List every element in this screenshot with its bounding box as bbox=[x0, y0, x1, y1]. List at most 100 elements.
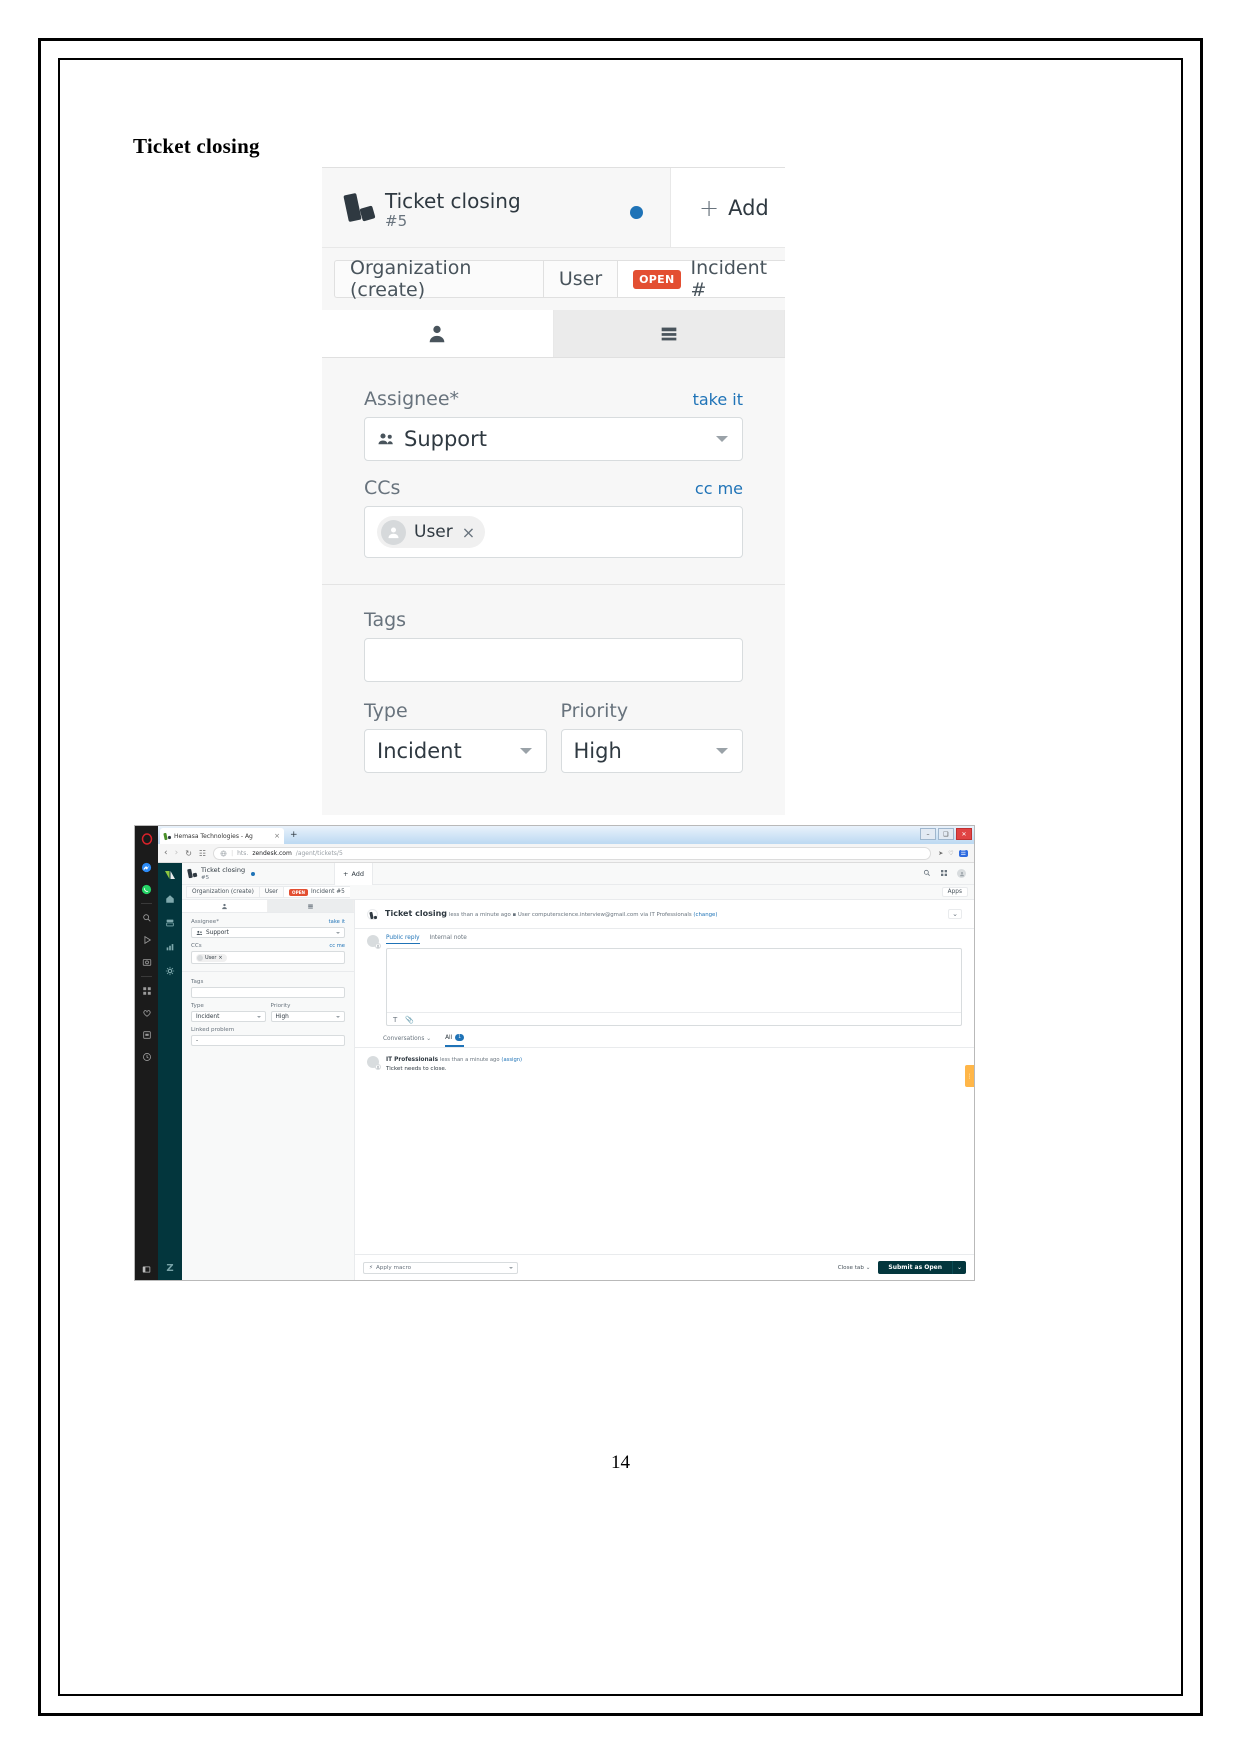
views-icon[interactable] bbox=[158, 916, 182, 930]
browser-tabstrip: Hemasa Technologies - Ag × + – ❑ ✕ bbox=[158, 826, 974, 844]
assignee-value: Support bbox=[404, 427, 488, 451]
close-icon[interactable]: × bbox=[274, 832, 280, 840]
tags-input[interactable] bbox=[191, 987, 345, 998]
cc-me-link[interactable]: cc me bbox=[695, 479, 743, 498]
linked-problem-input[interactable]: - bbox=[191, 1035, 345, 1046]
snapshot-icon[interactable] bbox=[135, 951, 158, 973]
close-button[interactable]: ✕ bbox=[956, 828, 972, 840]
assignee-select[interactable]: Support bbox=[364, 417, 743, 461]
conversations-dropdown[interactable]: Conversations ⌄ bbox=[383, 1036, 431, 1046]
cc-me-link[interactable]: cc me bbox=[329, 943, 345, 949]
search-icon[interactable] bbox=[135, 907, 158, 929]
type-value: Incident bbox=[377, 739, 462, 763]
zoom-ticket-number: #5 bbox=[385, 212, 408, 230]
breadcrumb-incident[interactable]: OPEN Incident # bbox=[617, 257, 785, 301]
back-button[interactable]: ‹ bbox=[164, 848, 168, 858]
apps-button[interactable]: Apps bbox=[941, 887, 968, 897]
reporting-icon[interactable] bbox=[158, 940, 182, 954]
tab-ticket-fields[interactable] bbox=[268, 900, 354, 912]
chevron-down-icon[interactable]: ⌄ bbox=[948, 909, 962, 919]
tab-customer-context[interactable] bbox=[182, 900, 268, 912]
change-link[interactable]: (change) bbox=[693, 912, 717, 918]
zoomed-ticket-panel: Ticket closing #5 + Add Organization (cr… bbox=[322, 167, 785, 815]
priority-value: High bbox=[573, 739, 622, 763]
type-select[interactable]: Incident bbox=[191, 1011, 266, 1022]
type-priority-row: Type Incident Priority High bbox=[191, 1003, 345, 1022]
cc-chip-user[interactable]: User × bbox=[377, 516, 486, 548]
tab-public-reply[interactable]: Public reply bbox=[386, 935, 420, 944]
notes-icon[interactable] bbox=[135, 1024, 158, 1046]
submit-button[interactable]: Submit as Open bbox=[878, 1261, 952, 1274]
breadcrumb-user[interactable]: User bbox=[258, 886, 284, 898]
tab-customer-context[interactable] bbox=[322, 310, 554, 357]
share-icon[interactable]: ➤ bbox=[938, 850, 943, 857]
apps-grid-icon[interactable] bbox=[940, 869, 948, 879]
ccs-field[interactable]: User × bbox=[191, 951, 345, 964]
assignee-label: Assignee* bbox=[364, 388, 460, 410]
maximize-button[interactable]: ❑ bbox=[938, 828, 954, 840]
status-badge: OPEN bbox=[289, 888, 309, 896]
close-icon[interactable]: × bbox=[218, 955, 222, 961]
breadcrumb-organization[interactable]: Organization (create) bbox=[334, 257, 543, 301]
zendesk-logo-icon[interactable] bbox=[158, 868, 182, 882]
admin-icon[interactable] bbox=[158, 964, 182, 978]
breadcrumb-organization[interactable]: Organization (create) bbox=[186, 886, 259, 898]
close-tab-button[interactable]: Close tab ⌄ bbox=[838, 1265, 871, 1271]
type-priority-row: Type Incident Priority High bbox=[364, 700, 743, 773]
messenger-icon[interactable] bbox=[135, 856, 158, 878]
priority-select[interactable]: High bbox=[270, 1011, 345, 1022]
text-format-icon[interactable]: T bbox=[393, 1016, 397, 1024]
panel-toggle-icon[interactable] bbox=[135, 1265, 158, 1274]
priority-select[interactable]: High bbox=[560, 729, 743, 773]
breadcrumb-user[interactable]: User bbox=[542, 260, 618, 298]
side-panel-handle[interactable]: ⋮ bbox=[965, 1065, 974, 1087]
breadcrumb-label: Organization (create) bbox=[192, 889, 254, 895]
search-icon[interactable] bbox=[923, 869, 931, 879]
minimize-button[interactable]: – bbox=[920, 828, 936, 840]
type-select[interactable]: Incident bbox=[364, 729, 547, 773]
opera-logo-icon[interactable] bbox=[135, 828, 158, 850]
header-ticket-number: #5 bbox=[201, 874, 210, 881]
reload-button[interactable]: ↻ bbox=[185, 849, 192, 858]
home-icon[interactable] bbox=[158, 892, 182, 906]
add-tab-button[interactable]: + Add bbox=[670, 168, 785, 247]
filter-all[interactable]: All 1 bbox=[445, 1034, 465, 1047]
tags-input[interactable] bbox=[364, 638, 743, 682]
ticket-subject: Ticket closing bbox=[385, 909, 447, 918]
avatar[interactable] bbox=[957, 869, 966, 878]
zoom-ticket-title: Ticket closing bbox=[385, 189, 521, 213]
cc-chip-user[interactable]: User × bbox=[196, 953, 227, 962]
breadcrumb-incident[interactable]: OPEN Incident #5 bbox=[283, 886, 350, 898]
tab-internal-note[interactable]: Internal note bbox=[430, 935, 467, 944]
profile-icon[interactable]: ☰ bbox=[958, 849, 968, 857]
attachment-icon[interactable]: 📎 bbox=[405, 1016, 414, 1024]
zoom-panel-tabs bbox=[322, 310, 785, 358]
apply-macro-select[interactable]: ⚡ Apply macro bbox=[363, 1261, 518, 1274]
history-icon[interactable] bbox=[135, 1046, 158, 1068]
take-it-link[interactable]: take it bbox=[693, 390, 743, 409]
take-it-link[interactable]: take it bbox=[329, 919, 345, 925]
list-icon bbox=[308, 903, 313, 909]
close-icon[interactable]: × bbox=[462, 523, 475, 542]
tab-ticket-fields[interactable] bbox=[553, 310, 785, 357]
assignee-select[interactable]: Support bbox=[191, 927, 345, 938]
forward-button[interactable]: › bbox=[175, 848, 179, 858]
assign-link[interactable]: (assign) bbox=[501, 1057, 522, 1063]
player-icon[interactable] bbox=[135, 929, 158, 951]
active-ticket-tab[interactable]: Ticket closing #5 bbox=[182, 866, 310, 882]
reply-editor[interactable]: T 📎 bbox=[386, 948, 962, 1026]
submit-options-button[interactable]: ⌄ bbox=[952, 1261, 966, 1274]
heart-icon[interactable]: ♡ bbox=[948, 850, 953, 857]
new-tab-button[interactable]: + bbox=[290, 830, 298, 840]
add-tab-button[interactable]: + Add bbox=[334, 862, 374, 885]
comment-item: IT Professionals less than a minute ago … bbox=[355, 1048, 974, 1080]
apps-grid-icon[interactable] bbox=[135, 980, 158, 1002]
ccs-field[interactable]: User × bbox=[364, 506, 743, 558]
browser-tab[interactable]: Hemasa Technologies - Ag × bbox=[160, 828, 284, 844]
address-bar[interactable]: | hts. zendesk.com/agent/tickets/5 bbox=[213, 846, 932, 860]
ticket-footer: ⚡ Apply macro Close tab ⌄ Submit as Open… bbox=[355, 1254, 974, 1280]
heart-icon[interactable] bbox=[135, 1002, 158, 1024]
whatsapp-icon[interactable] bbox=[135, 878, 158, 900]
ticket-icon bbox=[367, 909, 378, 920]
tab-grid-button[interactable]: ☷ bbox=[199, 849, 206, 858]
